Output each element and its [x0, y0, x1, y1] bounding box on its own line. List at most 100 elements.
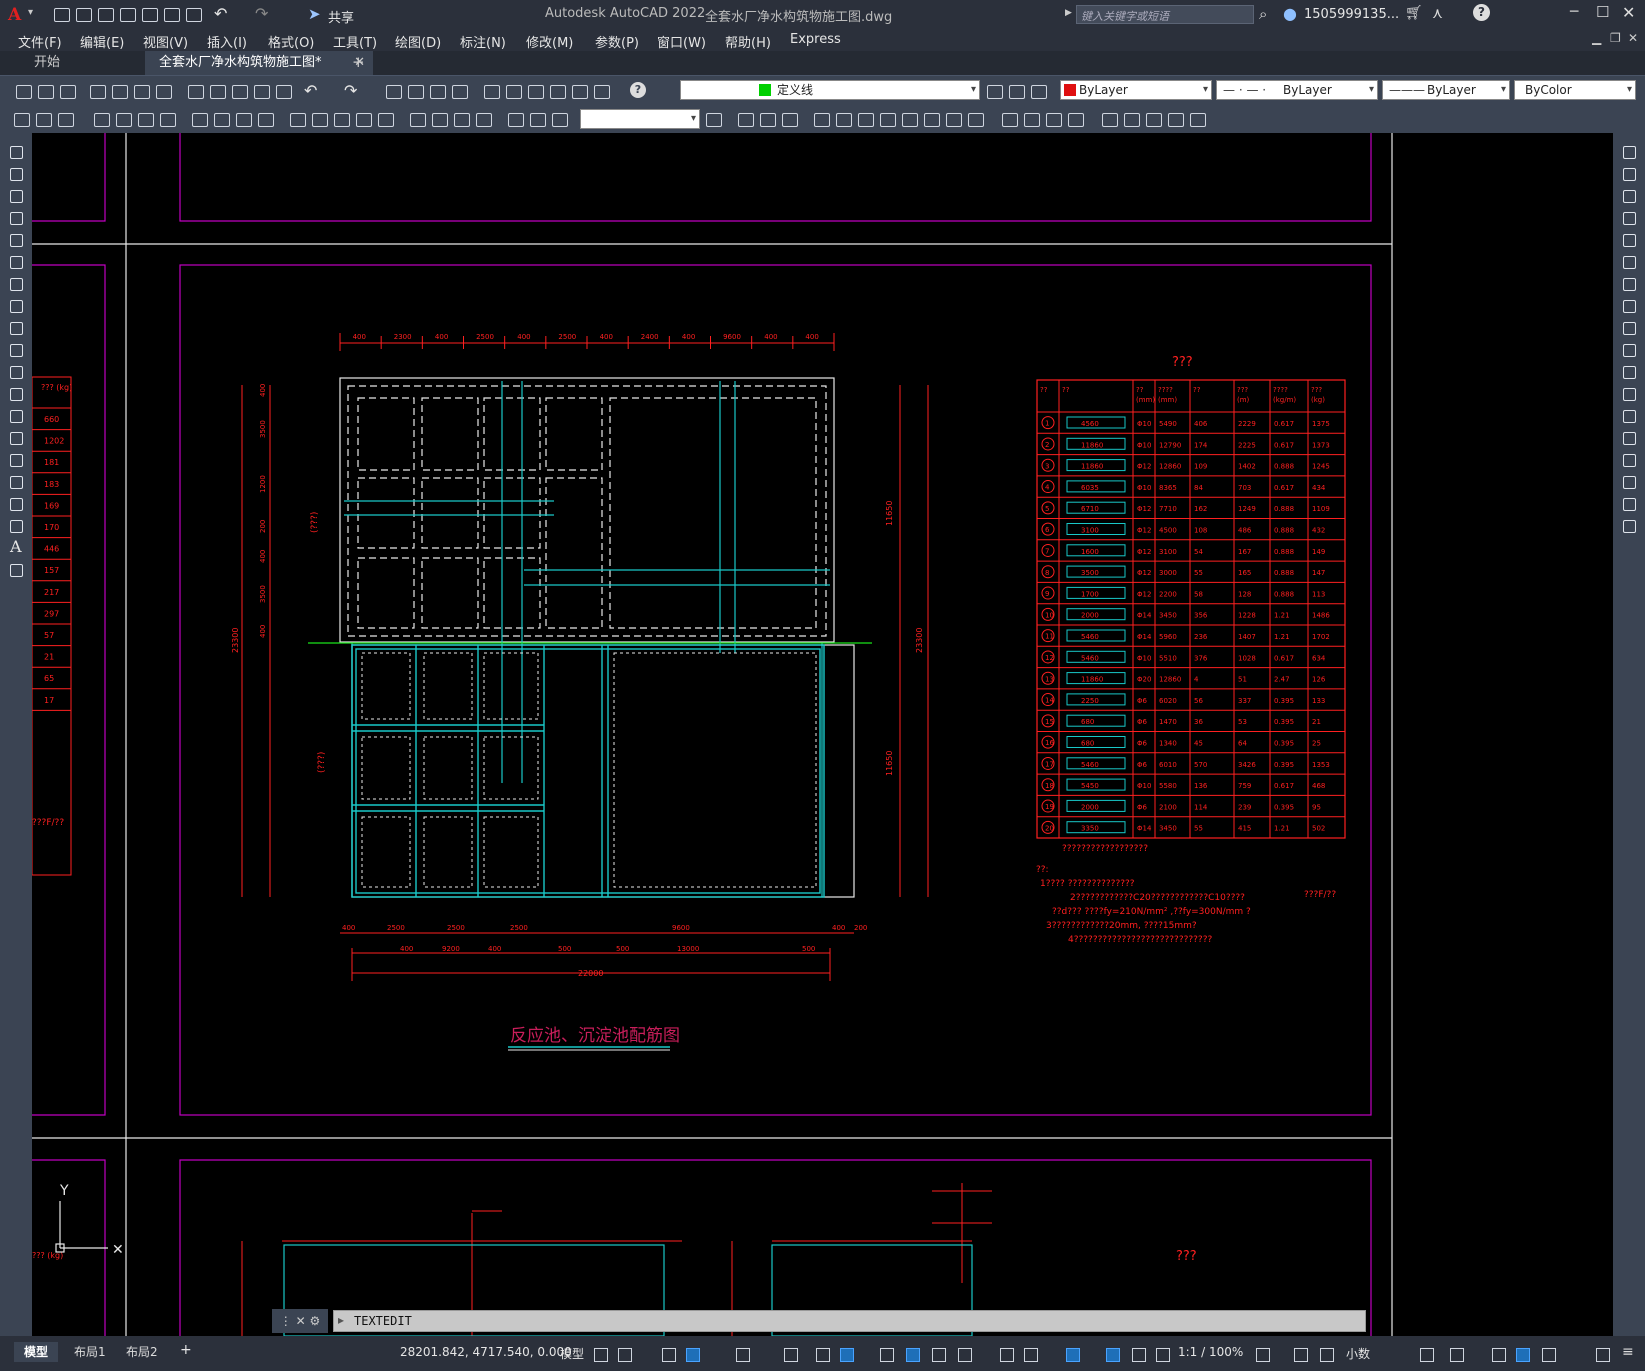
- polar-tracking-icon[interactable]: [734, 1346, 750, 1362]
- arc-icon[interactable]: [7, 253, 25, 271]
- help-icon[interactable]: ?: [630, 82, 646, 98]
- menu-draw[interactable]: 绘图(D): [395, 32, 441, 51]
- array-icon[interactable]: [1620, 231, 1638, 249]
- mirror-icon[interactable]: [780, 111, 798, 127]
- trim-icon[interactable]: [1620, 341, 1638, 359]
- selection-filter-icon[interactable]: [1022, 1346, 1038, 1362]
- inspection-icon[interactable]: [452, 111, 470, 127]
- gizmo-icon[interactable]: [1064, 1346, 1080, 1362]
- plot-icon[interactable]: [184, 6, 202, 22]
- grid-icon[interactable]: [592, 1346, 608, 1362]
- hardware-acceleration-icon[interactable]: [1514, 1346, 1530, 1362]
- move-icon[interactable]: [1620, 253, 1638, 271]
- stretch-icon[interactable]: [1620, 319, 1638, 337]
- zoom-window-icon[interactable]: [428, 83, 446, 99]
- array-icon[interactable]: [834, 111, 852, 127]
- menu-file[interactable]: 文件(F): [18, 32, 62, 51]
- save-icon[interactable]: [96, 6, 114, 22]
- redo-icon[interactable]: ↷: [344, 81, 357, 100]
- units-icon[interactable]: [1318, 1346, 1334, 1362]
- cart-icon[interactable]: 🛒︎: [1405, 5, 1423, 21]
- chamfer-icon[interactable]: [1044, 111, 1062, 127]
- workspace-gear-icon[interactable]: [1254, 1346, 1270, 1362]
- draworder-icon[interactable]: [1122, 111, 1140, 127]
- tool-palettes-icon[interactable]: [526, 83, 544, 99]
- region-icon[interactable]: [7, 495, 25, 513]
- 3d-dwf-icon[interactable]: [154, 83, 172, 99]
- object-snap-tracking-icon[interactable]: [814, 1346, 830, 1362]
- multiline-text-icon[interactable]: A: [10, 537, 22, 556]
- scale-icon[interactable]: [900, 111, 918, 127]
- stretch-icon[interactable]: [922, 111, 940, 127]
- polyline-icon[interactable]: [7, 187, 25, 205]
- menu-modify[interactable]: 修改(M): [526, 32, 573, 51]
- lineweight-dropdown[interactable]: ——— ByLayer: [1382, 80, 1510, 100]
- search-expand-icon[interactable]: ▶: [1065, 8, 1072, 18]
- doc-close-icon[interactable]: ✕: [1628, 31, 1638, 45]
- dim-continue-icon[interactable]: [332, 111, 350, 127]
- redo-icon[interactable]: ↷: [255, 4, 268, 23]
- dim-diameter-icon[interactable]: [234, 111, 252, 127]
- attach-icon[interactable]: [34, 111, 52, 127]
- copy-icon[interactable]: [208, 83, 226, 99]
- insert-block-icon[interactable]: [7, 385, 25, 403]
- object-snap-icon[interactable]: [838, 1346, 854, 1362]
- text-front-icon[interactable]: [1144, 111, 1162, 127]
- join-icon[interactable]: [1022, 111, 1040, 127]
- open-icon[interactable]: [74, 6, 92, 22]
- quickcalc-icon[interactable]: [592, 83, 610, 99]
- zoom-realtime-icon[interactable]: [406, 83, 424, 99]
- quick-dim-icon[interactable]: [288, 111, 306, 127]
- point-icon[interactable]: [7, 429, 25, 447]
- pan-icon[interactable]: [384, 83, 402, 99]
- match-properties-icon[interactable]: [252, 83, 270, 99]
- dim-space-icon[interactable]: [354, 111, 372, 127]
- dim-break-icon[interactable]: [376, 111, 394, 127]
- maximize-icon[interactable]: ☐: [1596, 3, 1609, 21]
- ellipse-icon[interactable]: [7, 341, 25, 359]
- zoom-previous-icon[interactable]: [450, 83, 468, 99]
- blend-curves-icon[interactable]: [1620, 495, 1638, 513]
- user-name[interactable]: 1505999135...: [1304, 7, 1399, 22]
- properties-icon[interactable]: [482, 83, 500, 99]
- spline-icon[interactable]: [7, 319, 25, 337]
- lineweight-icon[interactable]: [878, 1346, 894, 1362]
- circle-icon[interactable]: [7, 275, 25, 293]
- make-current-layer-icon[interactable]: [985, 83, 1003, 99]
- linetype-dropdown[interactable]: — · — · ByLayer: [1216, 80, 1378, 100]
- dim-ordinate-icon[interactable]: [158, 111, 176, 127]
- insert-block-icon[interactable]: [12, 111, 30, 127]
- erase-icon[interactable]: [736, 111, 754, 127]
- search-box[interactable]: 键入关键字或短语: [1076, 5, 1254, 24]
- menu-insert[interactable]: 插入(I): [207, 32, 247, 51]
- markup-icon[interactable]: [570, 83, 588, 99]
- clean-screen-icon[interactable]: [1540, 1346, 1556, 1362]
- add-selected-icon[interactable]: [7, 561, 25, 579]
- save-web-icon[interactable]: [162, 6, 180, 22]
- offset-icon[interactable]: [1620, 209, 1638, 227]
- menu-edit[interactable]: 编辑(E): [80, 32, 124, 51]
- dim-update-icon[interactable]: [550, 111, 568, 127]
- plot-preview-icon[interactable]: [110, 83, 128, 99]
- revcloud-icon[interactable]: [7, 297, 25, 315]
- fillet-icon[interactable]: [1620, 473, 1638, 491]
- plotstyle-dropdown[interactable]: ByColor: [1514, 80, 1636, 100]
- join-icon[interactable]: [1620, 429, 1638, 447]
- menu-tools[interactable]: 工具(T): [333, 32, 377, 51]
- new-tab-button[interactable]: +: [352, 53, 365, 71]
- sheet-set-icon[interactable]: [548, 83, 566, 99]
- save-as-icon[interactable]: [118, 6, 136, 22]
- dim-linear-icon[interactable]: [92, 111, 110, 127]
- quick-properties-icon[interactable]: [1418, 1346, 1434, 1362]
- ellipse-arc-icon[interactable]: [7, 363, 25, 381]
- layer-previous-icon[interactable]: [1007, 83, 1025, 99]
- search-icon[interactable]: ⌕: [1259, 5, 1267, 23]
- rotate-icon[interactable]: [878, 111, 896, 127]
- annotation-monitor-icon[interactable]: [1292, 1346, 1308, 1362]
- dim-radius-icon[interactable]: [190, 111, 208, 127]
- mirror-icon[interactable]: [1620, 187, 1638, 205]
- erase-icon[interactable]: [1620, 143, 1638, 161]
- dim-arc-icon[interactable]: [136, 111, 154, 127]
- dim-aligned-icon[interactable]: [114, 111, 132, 127]
- layer-dropdown[interactable]: 定义线: [680, 80, 980, 100]
